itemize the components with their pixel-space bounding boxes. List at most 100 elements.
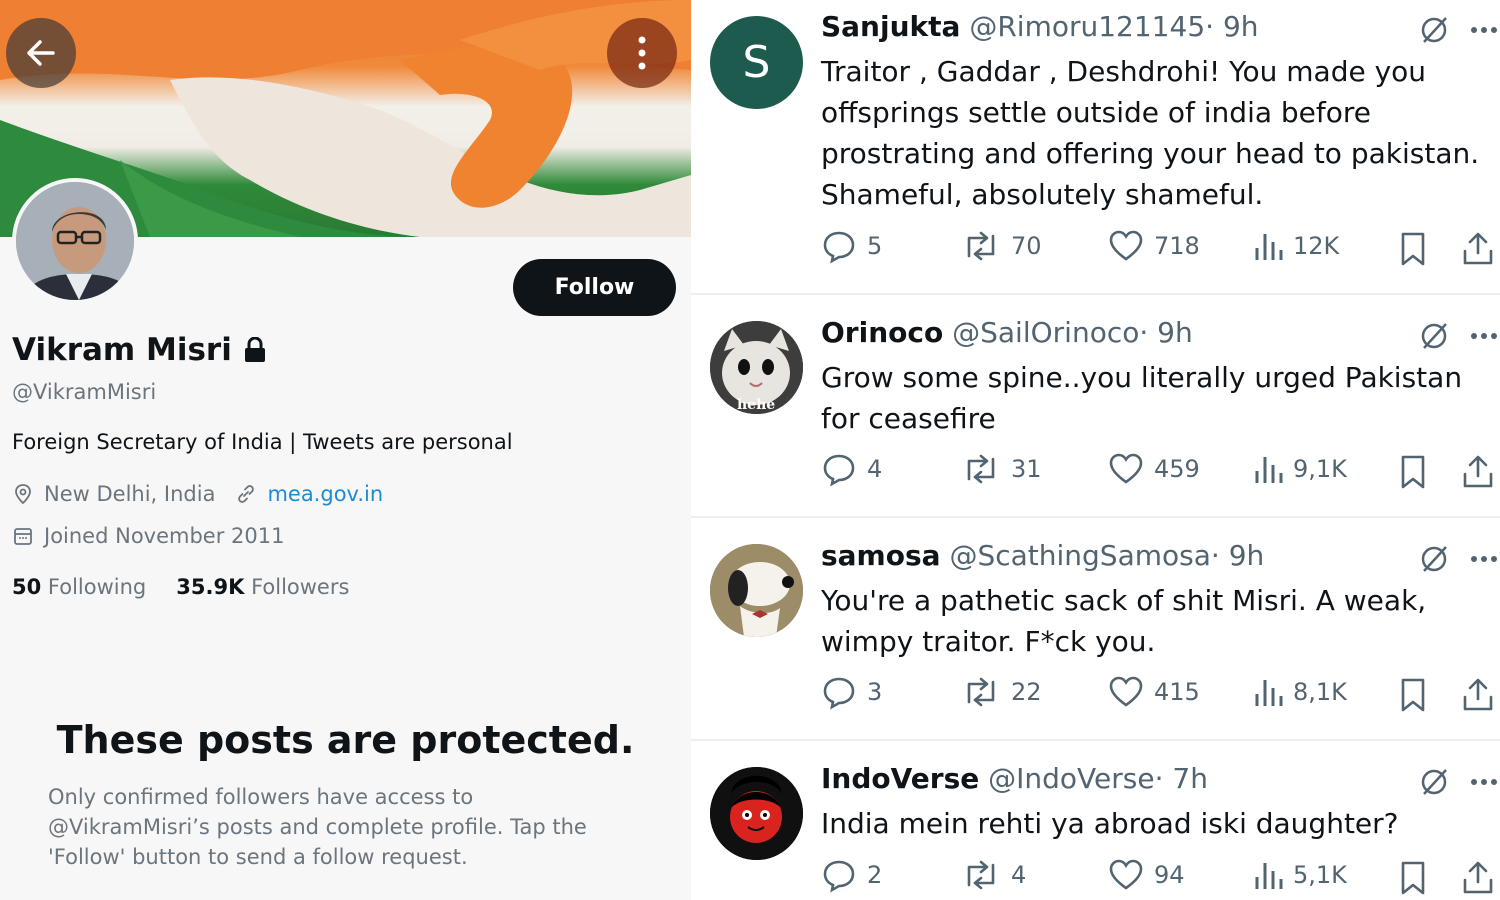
link-icon bbox=[238, 485, 255, 503]
reply-action[interactable]: 5 bbox=[821, 228, 882, 264]
profile-panel: Follow Vikram Misri @VikramMisri Foreign… bbox=[0, 0, 691, 900]
reply-tweet[interactable]: IndoVerse @IndoVerse· 7h India mein reht… bbox=[691, 741, 1500, 900]
following-stat[interactable]: 50 Following bbox=[12, 575, 146, 599]
replies-panel: S Sanjukta @Rimoru121145· 9h Traitor , G… bbox=[691, 0, 1500, 900]
repost-icon bbox=[967, 231, 995, 261]
profile-avatar[interactable] bbox=[12, 178, 138, 304]
like-action[interactable]: 718 bbox=[1108, 228, 1200, 264]
cartoon-avatar-image bbox=[710, 767, 803, 860]
profile-meta-joined-row: Joined November 2011 bbox=[12, 524, 284, 548]
profile-photo bbox=[16, 182, 134, 300]
share-icon[interactable] bbox=[1461, 677, 1495, 713]
reply-time: · 9h bbox=[1205, 10, 1259, 43]
avatar-caption: hehe bbox=[737, 397, 776, 413]
back-button[interactable] bbox=[6, 18, 76, 88]
reply-time: · 9h bbox=[1139, 316, 1193, 349]
like-action[interactable]: 94 bbox=[1108, 857, 1185, 893]
heart-icon bbox=[1109, 676, 1143, 707]
reply-header: Orinoco @SailOrinoco· 9h bbox=[821, 316, 1193, 349]
like-count: 718 bbox=[1154, 232, 1200, 260]
more-horizontal-icon[interactable] bbox=[1470, 332, 1498, 340]
like-count: 415 bbox=[1154, 678, 1200, 706]
repost-action[interactable]: 70 bbox=[961, 228, 1042, 264]
views-action[interactable]: 8,1K bbox=[1253, 674, 1347, 710]
reply-author-name[interactable]: IndoVerse bbox=[821, 762, 979, 795]
profile-website-link[interactable]: mea.gov.in bbox=[267, 482, 383, 506]
bookmark-icon[interactable] bbox=[1399, 677, 1427, 713]
more-horizontal-icon[interactable] bbox=[1470, 555, 1498, 563]
follow-button[interactable]: Follow bbox=[513, 259, 676, 316]
reply-action[interactable]: 4 bbox=[821, 451, 882, 487]
reply-text: Traitor , Gaddar , Deshdrohi! You made y… bbox=[821, 55, 1480, 211]
reply-bubble-icon bbox=[823, 231, 855, 264]
reply-avatar[interactable] bbox=[710, 544, 803, 637]
reply-tweet[interactable]: hehe Orinoco @SailOrinoco· 9h Grow some … bbox=[691, 295, 1500, 518]
bookmark-icon[interactable] bbox=[1399, 860, 1427, 896]
reply-author-name[interactable]: Sanjukta bbox=[821, 10, 960, 43]
like-action[interactable]: 415 bbox=[1108, 674, 1200, 710]
reply-header: IndoVerse @IndoVerse· 7h bbox=[821, 762, 1208, 795]
reply-author-name[interactable]: samosa bbox=[821, 539, 941, 572]
reply-count: 3 bbox=[867, 678, 883, 706]
reply-tweet[interactable]: S Sanjukta @Rimoru121145· 9h Traitor , G… bbox=[691, 0, 1500, 295]
share-icon[interactable] bbox=[1461, 860, 1495, 896]
more-options-button[interactable] bbox=[607, 18, 677, 88]
profile-stats: 50 Following 35.9K Followers bbox=[12, 575, 349, 599]
views-action[interactable]: 9,1K bbox=[1253, 451, 1347, 487]
reply-actions: 2 4 94 5,1K bbox=[821, 857, 1500, 900]
grok-icon[interactable] bbox=[1418, 14, 1450, 46]
share-icon[interactable] bbox=[1461, 454, 1495, 490]
reply-author-handle[interactable]: @IndoVerse bbox=[988, 762, 1154, 795]
profile-handle: @VikramMisri bbox=[12, 380, 157, 404]
reply-author-handle[interactable]: @ScathingSamosa bbox=[949, 539, 1210, 572]
reply-action[interactable]: 2 bbox=[821, 857, 882, 893]
arrow-left-icon bbox=[27, 40, 55, 66]
following-label: Following bbox=[47, 575, 147, 599]
reply-avatar[interactable]: hehe bbox=[710, 321, 803, 414]
lock-icon bbox=[244, 337, 265, 362]
reply-tweet[interactable]: samosa @ScathingSamosa· 9h You're a path… bbox=[691, 518, 1500, 741]
like-count: 459 bbox=[1154, 455, 1200, 483]
reply-header-icons bbox=[1400, 12, 1500, 52]
reply-author-name[interactable]: Orinoco bbox=[821, 316, 943, 349]
share-icon[interactable] bbox=[1461, 231, 1495, 267]
views-chart-icon bbox=[1255, 680, 1283, 706]
followers-label: Followers bbox=[251, 575, 350, 599]
views-chart-icon bbox=[1255, 234, 1283, 260]
reply-bubble-icon bbox=[823, 860, 855, 893]
reply-avatar[interactable]: S bbox=[710, 16, 803, 109]
bookmark-icon[interactable] bbox=[1399, 231, 1427, 267]
reply-header-icons bbox=[1400, 541, 1500, 581]
repost-action[interactable]: 22 bbox=[961, 674, 1042, 710]
reply-avatar[interactable] bbox=[710, 767, 803, 860]
repost-count: 31 bbox=[1011, 455, 1042, 483]
repost-action[interactable]: 31 bbox=[961, 451, 1042, 487]
profile-name: Vikram Misri bbox=[12, 332, 232, 368]
grok-icon[interactable] bbox=[1418, 543, 1450, 575]
like-action[interactable]: 459 bbox=[1108, 451, 1200, 487]
followers-stat[interactable]: 35.9K Followers bbox=[176, 575, 349, 599]
bookmark-icon[interactable] bbox=[1399, 454, 1427, 490]
more-horizontal-icon[interactable] bbox=[1470, 26, 1498, 34]
repost-action[interactable]: 4 bbox=[961, 857, 1026, 893]
more-horizontal-icon[interactable] bbox=[1470, 778, 1498, 786]
profile-meta-location-row: New Delhi, India mea.gov.in bbox=[12, 482, 383, 506]
reply-bubble-icon bbox=[823, 677, 855, 710]
reply-header: Sanjukta @Rimoru121145· 9h bbox=[821, 10, 1259, 43]
repost-icon bbox=[967, 454, 995, 484]
reply-author-handle[interactable]: @Rimoru121145 bbox=[969, 10, 1205, 43]
views-chart-icon bbox=[1255, 863, 1283, 889]
views-action[interactable]: 12K bbox=[1253, 228, 1339, 264]
grok-icon[interactable] bbox=[1418, 766, 1450, 798]
reply-time: · 7h bbox=[1154, 762, 1208, 795]
reply-bubble-icon bbox=[823, 454, 855, 487]
reply-header-icons bbox=[1400, 318, 1500, 358]
profile-bio: Foreign Secretary of India | Tweets are … bbox=[12, 430, 513, 454]
reply-action[interactable]: 3 bbox=[821, 674, 882, 710]
profile-joined: Joined November 2011 bbox=[44, 524, 285, 548]
reply-header: samosa @ScathingSamosa· 9h bbox=[821, 539, 1264, 572]
grok-icon[interactable] bbox=[1418, 320, 1450, 352]
reply-author-handle[interactable]: @SailOrinoco bbox=[952, 316, 1139, 349]
avatar-letter: S bbox=[742, 37, 771, 88]
views-action[interactable]: 5,1K bbox=[1253, 857, 1347, 893]
